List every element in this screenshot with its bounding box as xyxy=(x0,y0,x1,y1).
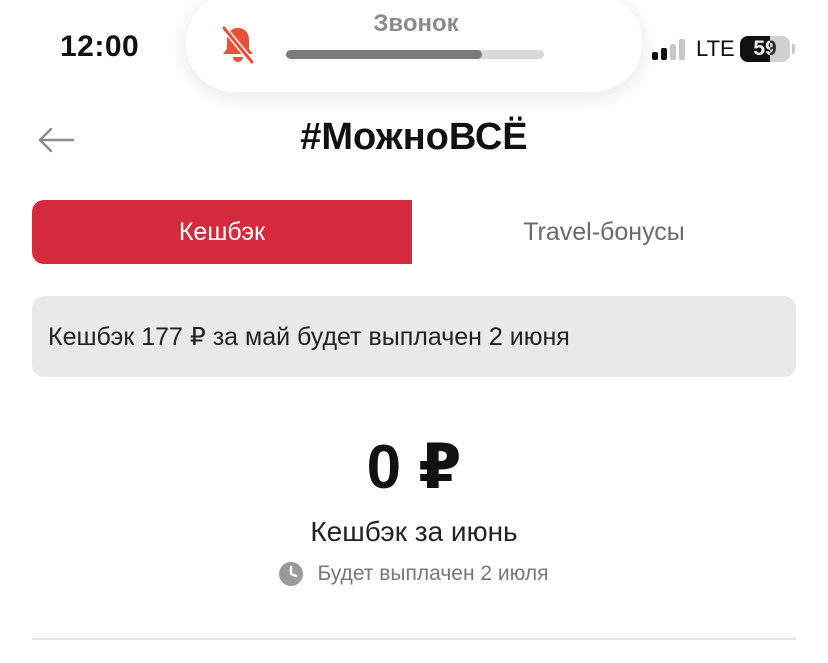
tab-bar: Кешбэк Travel-бонусы xyxy=(32,200,796,264)
tab-travel-bonuses[interactable]: Travel-бонусы xyxy=(412,200,796,264)
cellular-signal-icon xyxy=(652,38,692,60)
battery-icon: 59 xyxy=(740,36,790,62)
notice-text: Кешбэк 177 ₽ за май будет выплачен 2 июн… xyxy=(48,322,570,351)
section-divider xyxy=(32,638,796,640)
dynamic-island[interactable]: Звонок xyxy=(186,0,642,92)
network-type: LTE xyxy=(696,36,735,61)
cashback-period-label: Кешбэк за июнь xyxy=(310,516,518,547)
cashback-notice: Кешбэк 177 ₽ за май будет выплачен 2 июн… xyxy=(32,296,796,377)
clock-icon xyxy=(279,562,304,586)
battery-percent: 59 xyxy=(753,37,777,60)
payout-info: Будет выплачен 2 июля xyxy=(0,562,828,586)
island-title: Звонок xyxy=(373,10,459,37)
call-progress-fill xyxy=(286,50,483,59)
call-progress-bar xyxy=(286,50,544,59)
bell-slash-icon xyxy=(221,25,255,65)
status-time: 12:00 xyxy=(60,30,140,63)
page-title: #МожноВСЁ xyxy=(300,116,528,158)
cashback-amount: 0 ₽ xyxy=(366,433,462,502)
payout-date-text: Будет выплачен 2 июля xyxy=(317,562,549,585)
battery-cap xyxy=(792,44,795,54)
tab-cashback[interactable]: Кешбэк xyxy=(32,200,412,264)
